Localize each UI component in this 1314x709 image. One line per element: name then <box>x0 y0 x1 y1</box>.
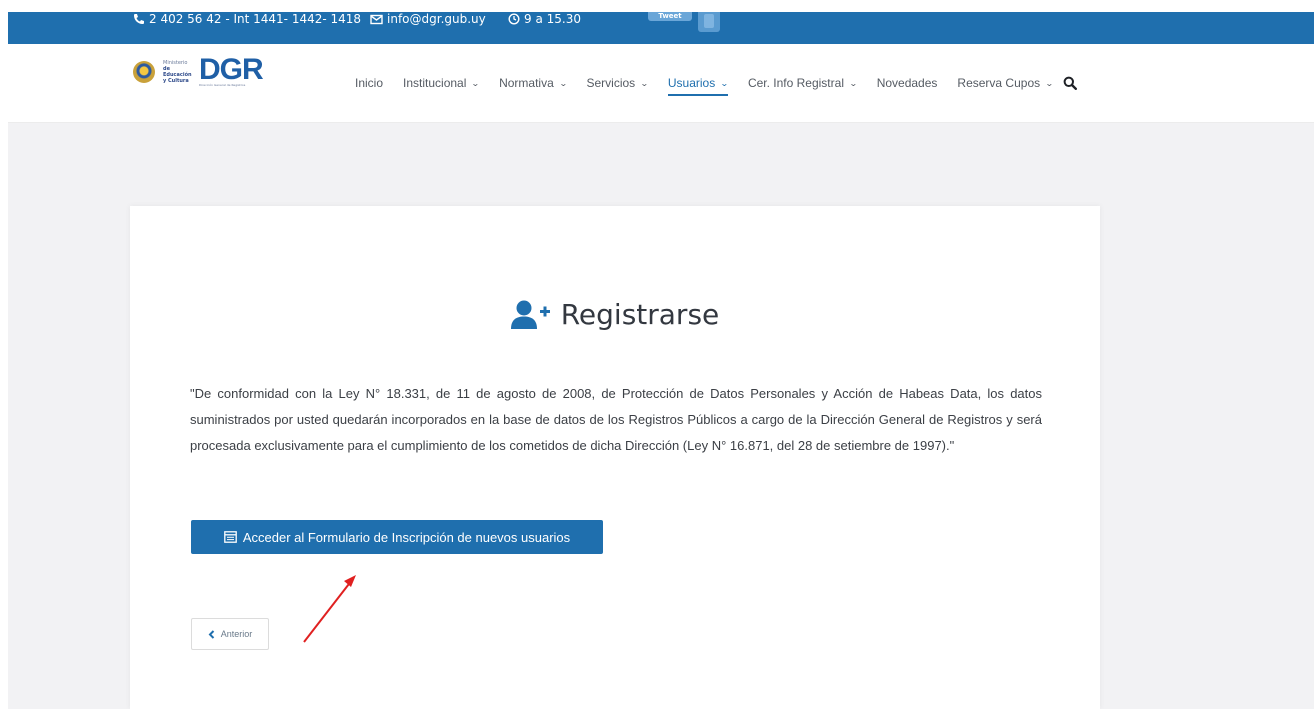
phone-icon <box>134 14 144 24</box>
nav-item-institucional[interactable]: Institucional ⌄ <box>403 76 481 90</box>
phone-text: 2 402 56 42 - Int 1441- 1442- 1418 <box>149 12 362 26</box>
registration-form-label: Acceder al Formulario de Inscripción de … <box>242 529 571 545</box>
nav-item-reserva-cupos[interactable]: Reserva Cupos ⌄ <box>957 76 1054 90</box>
nav-item-servicios[interactable]: Servicios ⌄ <box>586 76 649 90</box>
ministry-name: Ministerio de Educación y Cultura <box>163 60 192 84</box>
dgr-acronym: DGR <box>199 53 264 86</box>
back-button[interactable]: Anterior <box>191 618 269 650</box>
back-label: Anterior <box>220 629 253 639</box>
dgr-wordmark: DGR Dirección General de Registros <box>199 53 264 88</box>
title-text: Registrarse <box>560 297 720 331</box>
phone-contact[interactable]: 2 402 56 42 - Int 1441- 1442- 1418 <box>133 12 361 26</box>
hours-info: 9 a 15.30 <box>508 12 581 26</box>
chevron-down-icon: ⌄ <box>558 78 568 88</box>
main-navigation: Inicio Institucional ⌄ Normativa ⌄ Servi… <box>355 76 1077 96</box>
chevron-down-icon: ⌄ <box>720 78 729 88</box>
chevron-down-icon: ⌄ <box>471 78 481 88</box>
email-text: info@dgr.gub.uy <box>387 12 486 26</box>
page-title: Registrarse <box>130 296 1100 332</box>
registration-form-button[interactable]: Acceder al Formulario de Inscripción de … <box>191 520 603 554</box>
envelope-icon <box>370 14 383 24</box>
social-share-icon[interactable] <box>698 12 720 32</box>
top-contact-bar: 2 402 56 42 - Int 1441- 1442- 1418 info@… <box>8 12 1314 44</box>
site-logo[interactable]: Ministerio de Educación y Cultura DGR Di… <box>133 53 264 88</box>
national-seal-icon <box>133 61 155 83</box>
nav-item-novedades[interactable]: Novedades <box>877 76 938 90</box>
nav-item-normativa[interactable]: Normativa ⌄ <box>499 76 568 90</box>
clock-icon <box>508 13 520 25</box>
hours-text: 9 a 15.30 <box>524 12 581 26</box>
data-protection-notice: "De conformidad con la Ley N° 18.331, de… <box>190 386 1042 453</box>
tweet-button[interactable]: Tweet <box>648 12 692 21</box>
nav-item-usuarios[interactable]: Usuarios ⌄ <box>667 76 729 96</box>
nav-item-inicio[interactable]: Inicio <box>355 76 383 90</box>
register-card: Registrarse "De conformidad con la Ley N… <box>130 206 1100 709</box>
tweet-label: Tweet <box>658 12 682 20</box>
chevron-down-icon: ⌄ <box>848 78 858 88</box>
site-header: Ministerio de Educación y Cultura DGR Di… <box>8 44 1314 123</box>
chevron-down-icon: ⌄ <box>1045 78 1054 88</box>
search-icon[interactable] <box>1063 76 1077 90</box>
nav-item-cer-info-registral[interactable]: Cer. Info Registral ⌄ <box>748 76 858 90</box>
email-contact[interactable]: info@dgr.gub.uy <box>370 12 486 26</box>
chevron-down-icon: ⌄ <box>640 78 649 88</box>
user-plus-icon <box>510 300 550 329</box>
page-frame: 2 402 56 42 - Int 1441- 1442- 1418 info@… <box>8 12 1314 709</box>
chevron-left-icon <box>208 629 214 639</box>
form-icon <box>223 531 237 543</box>
